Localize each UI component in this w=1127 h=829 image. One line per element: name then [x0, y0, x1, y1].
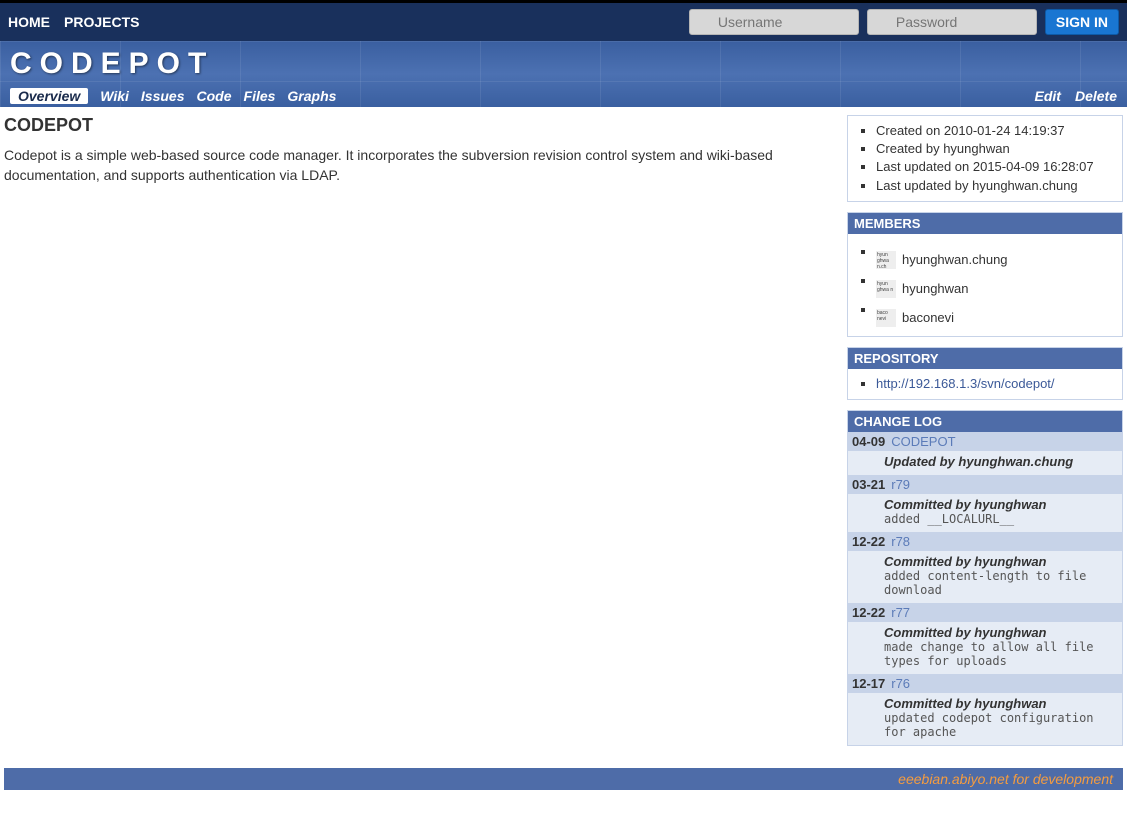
- banner-title: CODEPOT: [10, 47, 1117, 81]
- member-item: baco nevi baconevi: [876, 301, 1114, 327]
- changelog-revision[interactable]: r79: [891, 477, 910, 492]
- changelog-entry: 03-21 r79 Committed by hyunghwanadded __L…: [848, 475, 1122, 532]
- changelog-entry: 12-22 r78 Committed by hyunghwanadded con…: [848, 532, 1122, 603]
- repository-url[interactable]: http://192.168.1.3/svn/codepot/: [876, 376, 1055, 391]
- changelog-revision[interactable]: r77: [891, 605, 910, 620]
- avatar: hyun ghwa n.ch: [876, 251, 896, 269]
- members-header: MEMBERS: [848, 213, 1122, 234]
- footer-text: eeebian.abiyo.net for development: [898, 771, 1113, 787]
- changelog-committer: Committed by hyunghwan: [884, 696, 1116, 711]
- changelog-date: 12-17: [852, 676, 885, 691]
- changelog-date: 04-09: [852, 434, 885, 449]
- info-updated-by: Last updated by hyunghwan.chung: [876, 177, 1114, 195]
- tab-files[interactable]: Files: [244, 88, 276, 104]
- changelog-date: 03-21: [852, 477, 885, 492]
- tab-issues[interactable]: Issues: [141, 88, 185, 104]
- edit-link[interactable]: Edit: [1035, 88, 1061, 104]
- project-title: CODEPOT: [4, 115, 835, 136]
- changelog-message: added content-length to file download: [884, 569, 1116, 597]
- nav-home[interactable]: HOME: [8, 14, 50, 30]
- content: CODEPOT Codepot is a simple web-based so…: [0, 107, 1127, 764]
- main-content: CODEPOT Codepot is a simple web-based so…: [4, 115, 835, 756]
- changelog-committer: Committed by hyunghwan: [884, 497, 1116, 512]
- info-panel: Created on 2010-01-24 14:19:37 Created b…: [847, 115, 1123, 202]
- avatar: baco nevi: [876, 309, 896, 327]
- tab-graphs[interactable]: Graphs: [287, 88, 336, 104]
- members-panel: MEMBERS hyun ghwa n.chhyunghwan.chunghyu…: [847, 212, 1123, 337]
- changelog-committer: Committed by hyunghwan: [884, 625, 1116, 640]
- repository-header: REPOSITORY: [848, 348, 1122, 369]
- info-updated-on: Last updated on 2015-04-09 16:28:07: [876, 158, 1114, 176]
- member-item: hyun ghwa n hyunghwan: [876, 272, 1114, 298]
- changelog-panel: CHANGE LOG 04-09 CODEPOT Updated by hyung…: [847, 410, 1123, 746]
- member-name: hyunghwan.chung: [902, 251, 1008, 269]
- changelog-date: 12-22: [852, 605, 885, 620]
- changelog-entry: 04-09 CODEPOT Updated by hyunghwan.chung: [848, 432, 1122, 475]
- changelog-committer: Updated by hyunghwan.chung: [884, 454, 1116, 469]
- topbar: HOME PROJECTS SIGN IN: [0, 0, 1127, 41]
- password-input[interactable]: [867, 9, 1037, 35]
- delete-link[interactable]: Delete: [1075, 88, 1117, 104]
- tabbar: Overview Wiki Issues Code Files Graphs E…: [10, 88, 1117, 104]
- changelog-message: updated codepot configuration for apache: [884, 711, 1116, 739]
- member-name: baconevi: [902, 309, 954, 327]
- username-input[interactable]: [689, 9, 859, 35]
- topbar-nav: HOME PROJECTS: [8, 14, 139, 30]
- changelog-date: 12-22: [852, 534, 885, 549]
- tab-code[interactable]: Code: [197, 88, 232, 104]
- changelog-entry: 12-17 r76 Committed by hyunghwanupdated c…: [848, 674, 1122, 745]
- tab-overview[interactable]: Overview: [10, 88, 88, 104]
- signin-button[interactable]: SIGN IN: [1045, 9, 1119, 35]
- sidebar: Created on 2010-01-24 14:19:37 Created b…: [847, 115, 1123, 756]
- changelog-entry: 12-22 r77 Committed by hyunghwanmade chan…: [848, 603, 1122, 674]
- info-created-by: Created by hyunghwan: [876, 140, 1114, 158]
- changelog-revision[interactable]: CODEPOT: [891, 434, 955, 449]
- member-name: hyunghwan: [902, 280, 969, 298]
- footer: eeebian.abiyo.net for development: [4, 768, 1123, 790]
- changelog-revision[interactable]: r76: [891, 676, 910, 691]
- nav-projects[interactable]: PROJECTS: [64, 14, 139, 30]
- login-form: SIGN IN: [689, 9, 1119, 35]
- changelog-committer: Committed by hyunghwan: [884, 554, 1116, 569]
- project-description: Codepot is a simple web-based source cod…: [4, 146, 835, 185]
- changelog-message: made change to allow all file types for …: [884, 640, 1116, 668]
- changelog-header: CHANGE LOG: [848, 411, 1122, 432]
- avatar: hyun ghwa n: [876, 280, 896, 298]
- tab-wiki[interactable]: Wiki: [100, 88, 129, 104]
- info-created-on: Created on 2010-01-24 14:19:37: [876, 122, 1114, 140]
- banner: CODEPOT Overview Wiki Issues Code Files …: [0, 41, 1127, 107]
- member-item: hyun ghwa n.ch hyunghwan.chung: [876, 243, 1114, 269]
- changelog-revision[interactable]: r78: [891, 534, 910, 549]
- repository-panel: REPOSITORY http://192.168.1.3/svn/codepo…: [847, 347, 1123, 400]
- changelog-message: added __LOCALURL__: [884, 512, 1116, 526]
